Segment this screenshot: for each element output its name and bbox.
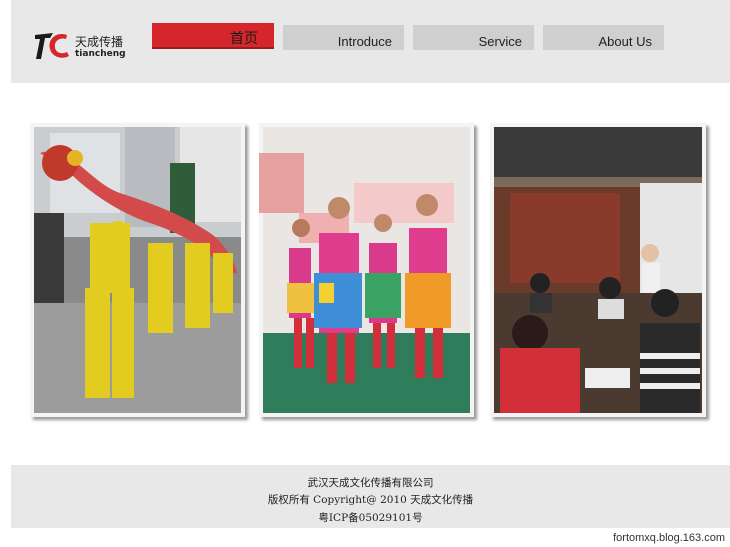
watermark: fortomxq.blog.163.com <box>613 532 725 544</box>
footer-company: 武汉天成文化传播有限公司 <box>307 477 434 489</box>
logo[interactable]: 天成传播 tiancheng <box>33 27 133 67</box>
nav-home[interactable]: 首页 <box>152 23 274 49</box>
logo-name-cn: 天成传播 <box>75 35 124 49</box>
logo-mark-icon <box>35 33 69 59</box>
nav-about-us[interactable]: About Us <box>543 25 664 50</box>
nav-introduce[interactable]: Introduce <box>283 25 404 50</box>
photo-dragon-dance[interactable] <box>30 123 245 417</box>
photo-folk-dancers[interactable] <box>259 123 474 417</box>
logo-name-en: tiancheng <box>75 49 126 59</box>
site-footer: 武汉天成文化传播有限公司 版权所有 Copyright@ 2010 天成文化传播… <box>11 465 730 528</box>
footer-icp[interactable]: 粤ICP备05029101号 <box>11 510 730 525</box>
photo-conference-room[interactable] <box>490 123 706 417</box>
footer-copyright: 版权所有 Copyright@ 2010 天成文化传播 <box>267 494 474 506</box>
conference-room-image <box>490 123 706 417</box>
nav-service[interactable]: Service <box>413 25 534 50</box>
folk-dancers-image <box>259 123 474 417</box>
site-header: 天成传播 tiancheng 首页 Introduce Service Abou… <box>11 0 730 83</box>
dragon-dance-image <box>30 123 245 417</box>
